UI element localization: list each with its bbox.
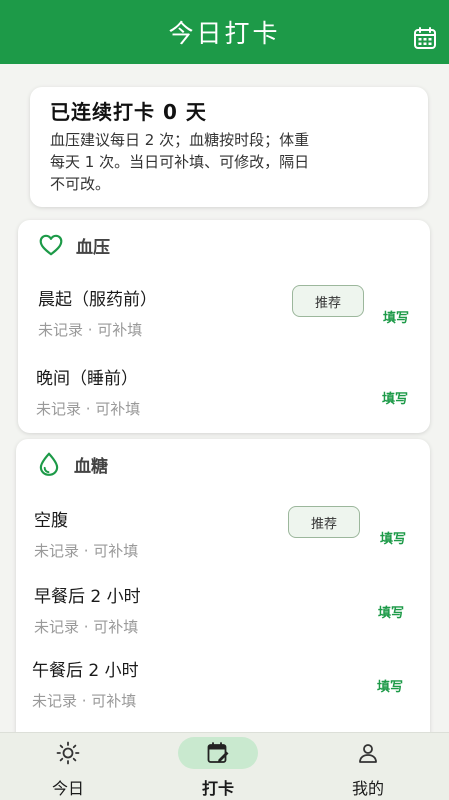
section-title: 血压 xyxy=(76,237,110,258)
person-icon xyxy=(359,744,377,763)
row-status: 未记录 · 可补填 xyxy=(34,542,139,560)
row-label: 晨起（服药前） xyxy=(38,290,157,310)
list-item[interactable]: 晨起（服药前） 未记录 · 可补填 推荐 填写 xyxy=(18,285,430,355)
row-label: 晚间（睡前） xyxy=(36,369,138,389)
fill-button[interactable]: 填写 xyxy=(382,388,408,407)
section-title: 血糖 xyxy=(74,456,108,477)
streak-description: 血压建议每日 2 次；血糖按时段；体重 每天 1 次。当日可补填、可修改，隔日 … xyxy=(50,129,410,195)
list-item[interactable]: 早餐后 2 小时 未记录 · 可补填 填写 xyxy=(16,582,430,652)
row-status: 未记录 · 可补填 xyxy=(32,692,137,710)
fill-button[interactable]: 填写 xyxy=(380,528,406,547)
app-header: 今日打卡 xyxy=(0,0,449,64)
blood-pressure-section: 血压 晨起（服药前） 未记录 · 可补填 推荐 填写 晚间（睡前） 未记录 · … xyxy=(18,220,430,433)
description-line: 血压建议每日 2 次；血糖按时段；体重 xyxy=(50,131,310,149)
list-item[interactable]: 晚间（睡前） 未记录 · 可补填 填写 xyxy=(18,364,430,434)
fill-button[interactable]: 填写 xyxy=(378,602,404,621)
scroll-content[interactable]: 已连续打卡 0 天 血压建议每日 2 次；血糖按时段；体重 每天 1 次。当日可… xyxy=(0,64,449,732)
list-item[interactable]: 午餐后 2 小时 未记录 · 可补填 填写 xyxy=(16,656,430,726)
fill-button[interactable]: 填写 xyxy=(377,676,403,695)
recommend-button[interactable]: 推荐 xyxy=(288,506,360,538)
heart-outline-icon xyxy=(39,234,63,256)
bottom-nav: 今日 打卡 我的 xyxy=(0,732,449,800)
page-title: 今日打卡 xyxy=(168,19,281,48)
blood-glucose-section: 血糖 空腹 未记录 · 可补填 推荐 填写 早餐后 2 小时 未记录 · 可补填… xyxy=(16,439,430,732)
section-header: 血糖 xyxy=(36,451,108,477)
row-label: 午餐后 2 小时 xyxy=(32,661,139,681)
recommend-button[interactable]: 推荐 xyxy=(292,285,364,317)
nav-label: 今日 xyxy=(51,779,84,798)
nav-label: 打卡 xyxy=(201,779,234,798)
section-header: 血压 xyxy=(38,232,110,258)
water-drop-icon xyxy=(39,452,59,476)
description-line: 不可改。 xyxy=(50,175,111,193)
streak-summary-card: 已连续打卡 0 天 血压建议每日 2 次；血糖按时段；体重 每天 1 次。当日可… xyxy=(30,87,428,207)
streak-title: 已连续打卡 0 天 xyxy=(50,100,207,124)
row-status: 未记录 · 可补填 xyxy=(38,321,143,339)
row-status: 未记录 · 可补填 xyxy=(34,618,139,636)
row-label: 空腹 xyxy=(34,511,68,531)
fill-button[interactable]: 填写 xyxy=(383,307,409,326)
row-label: 早餐后 2 小时 xyxy=(34,587,141,607)
nav-item-profile[interactable]: 我的 xyxy=(308,733,428,800)
description-line: 每天 1 次。当日可补填、可修改，隔日 xyxy=(50,153,310,171)
sun-icon xyxy=(56,741,80,765)
calendar-edit-icon xyxy=(207,742,229,763)
nav-item-today[interactable]: 今日 xyxy=(8,733,128,800)
calendar-icon[interactable] xyxy=(413,26,437,50)
row-status: 未记录 · 可补填 xyxy=(36,400,141,418)
nav-label: 我的 xyxy=(351,779,384,798)
list-item[interactable]: 空腹 未记录 · 可补填 推荐 填写 xyxy=(16,506,430,576)
nav-item-checkin[interactable]: 打卡 xyxy=(158,733,278,800)
